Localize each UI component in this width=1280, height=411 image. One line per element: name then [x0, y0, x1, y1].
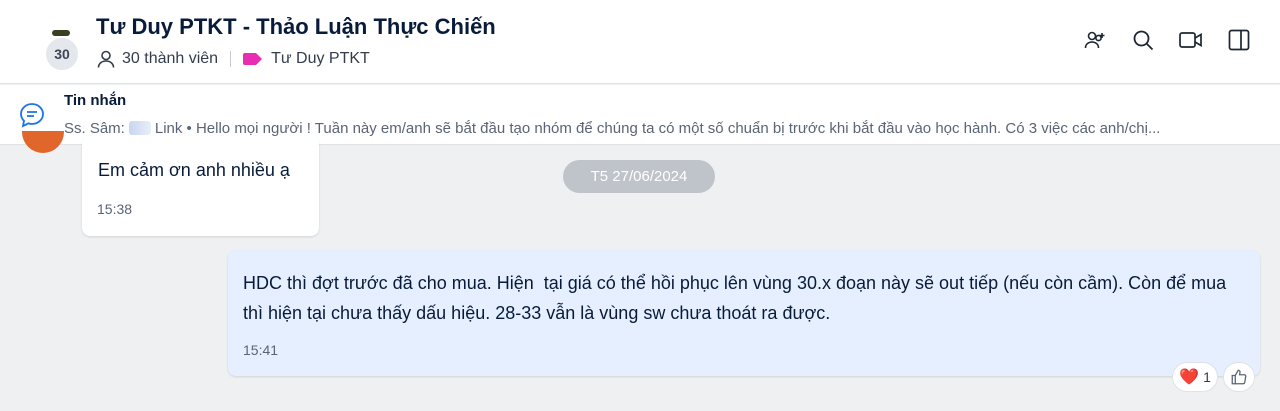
conversation-subtitle: 30 thành viên Tư Duy PTKT: [96, 49, 370, 69]
sender-avatar[interactable]: [22, 131, 64, 153]
message-icon: [18, 101, 46, 129]
pinned-preview: Ss. Sâm: Link • Hello mọi người ! Tuần nà…: [64, 120, 1264, 137]
outgoing-message[interactable]: HDC thì đợt trước đã cho mua. Hiện tại g…: [228, 250, 1260, 376]
sticker-icon: [128, 121, 151, 135]
chat-header: 30 Tư Duy PTKT - Thảo Luận Thực Chiến 30…: [0, 0, 1280, 84]
search-icon[interactable]: [1130, 27, 1156, 53]
message-text: Em cảm ơn anh nhiều ạ: [98, 160, 290, 180]
pinned-sender: Ss. Sâm:: [64, 120, 125, 137]
tag-icon: [243, 53, 271, 65]
reaction-count: 1: [1203, 369, 1211, 385]
message-time: 15:41: [243, 342, 279, 358]
heart-icon: ❤️: [1179, 369, 1200, 386]
pinned-text: Link • Hello mọi người ! Tuần này em/anh…: [154, 120, 1161, 137]
video-call-icon[interactable]: [1178, 27, 1204, 53]
like-icon[interactable]: [1223, 362, 1255, 392]
reaction-badge[interactable]: ❤️ 1: [1172, 362, 1218, 392]
message-text: HDC thì đợt trước đã cho mua. Hiện tại g…: [243, 273, 1232, 323]
pinned-label: Tin nhắn: [64, 92, 127, 109]
avatar-count: 30: [44, 36, 80, 72]
group-avatar[interactable]: 30: [44, 30, 80, 72]
member-count[interactable]: 30 thành viên: [122, 50, 218, 68]
toggle-panel-icon[interactable]: [1226, 27, 1252, 53]
conversation-title[interactable]: Tư Duy PTKT - Thảo Luận Thực Chiến: [96, 14, 496, 40]
divider: [230, 51, 232, 67]
member-icon: [96, 49, 116, 69]
message-time: 15:38: [97, 201, 133, 217]
add-member-icon[interactable]: [1082, 27, 1108, 53]
incoming-message[interactable]: Em cảm ơn anh nhiều ạ 15:38: [82, 136, 319, 236]
date-divider: T5 27/06/2024: [563, 160, 715, 193]
header-actions: [1082, 27, 1252, 53]
tag-label[interactable]: Tư Duy PTKT: [271, 50, 370, 68]
